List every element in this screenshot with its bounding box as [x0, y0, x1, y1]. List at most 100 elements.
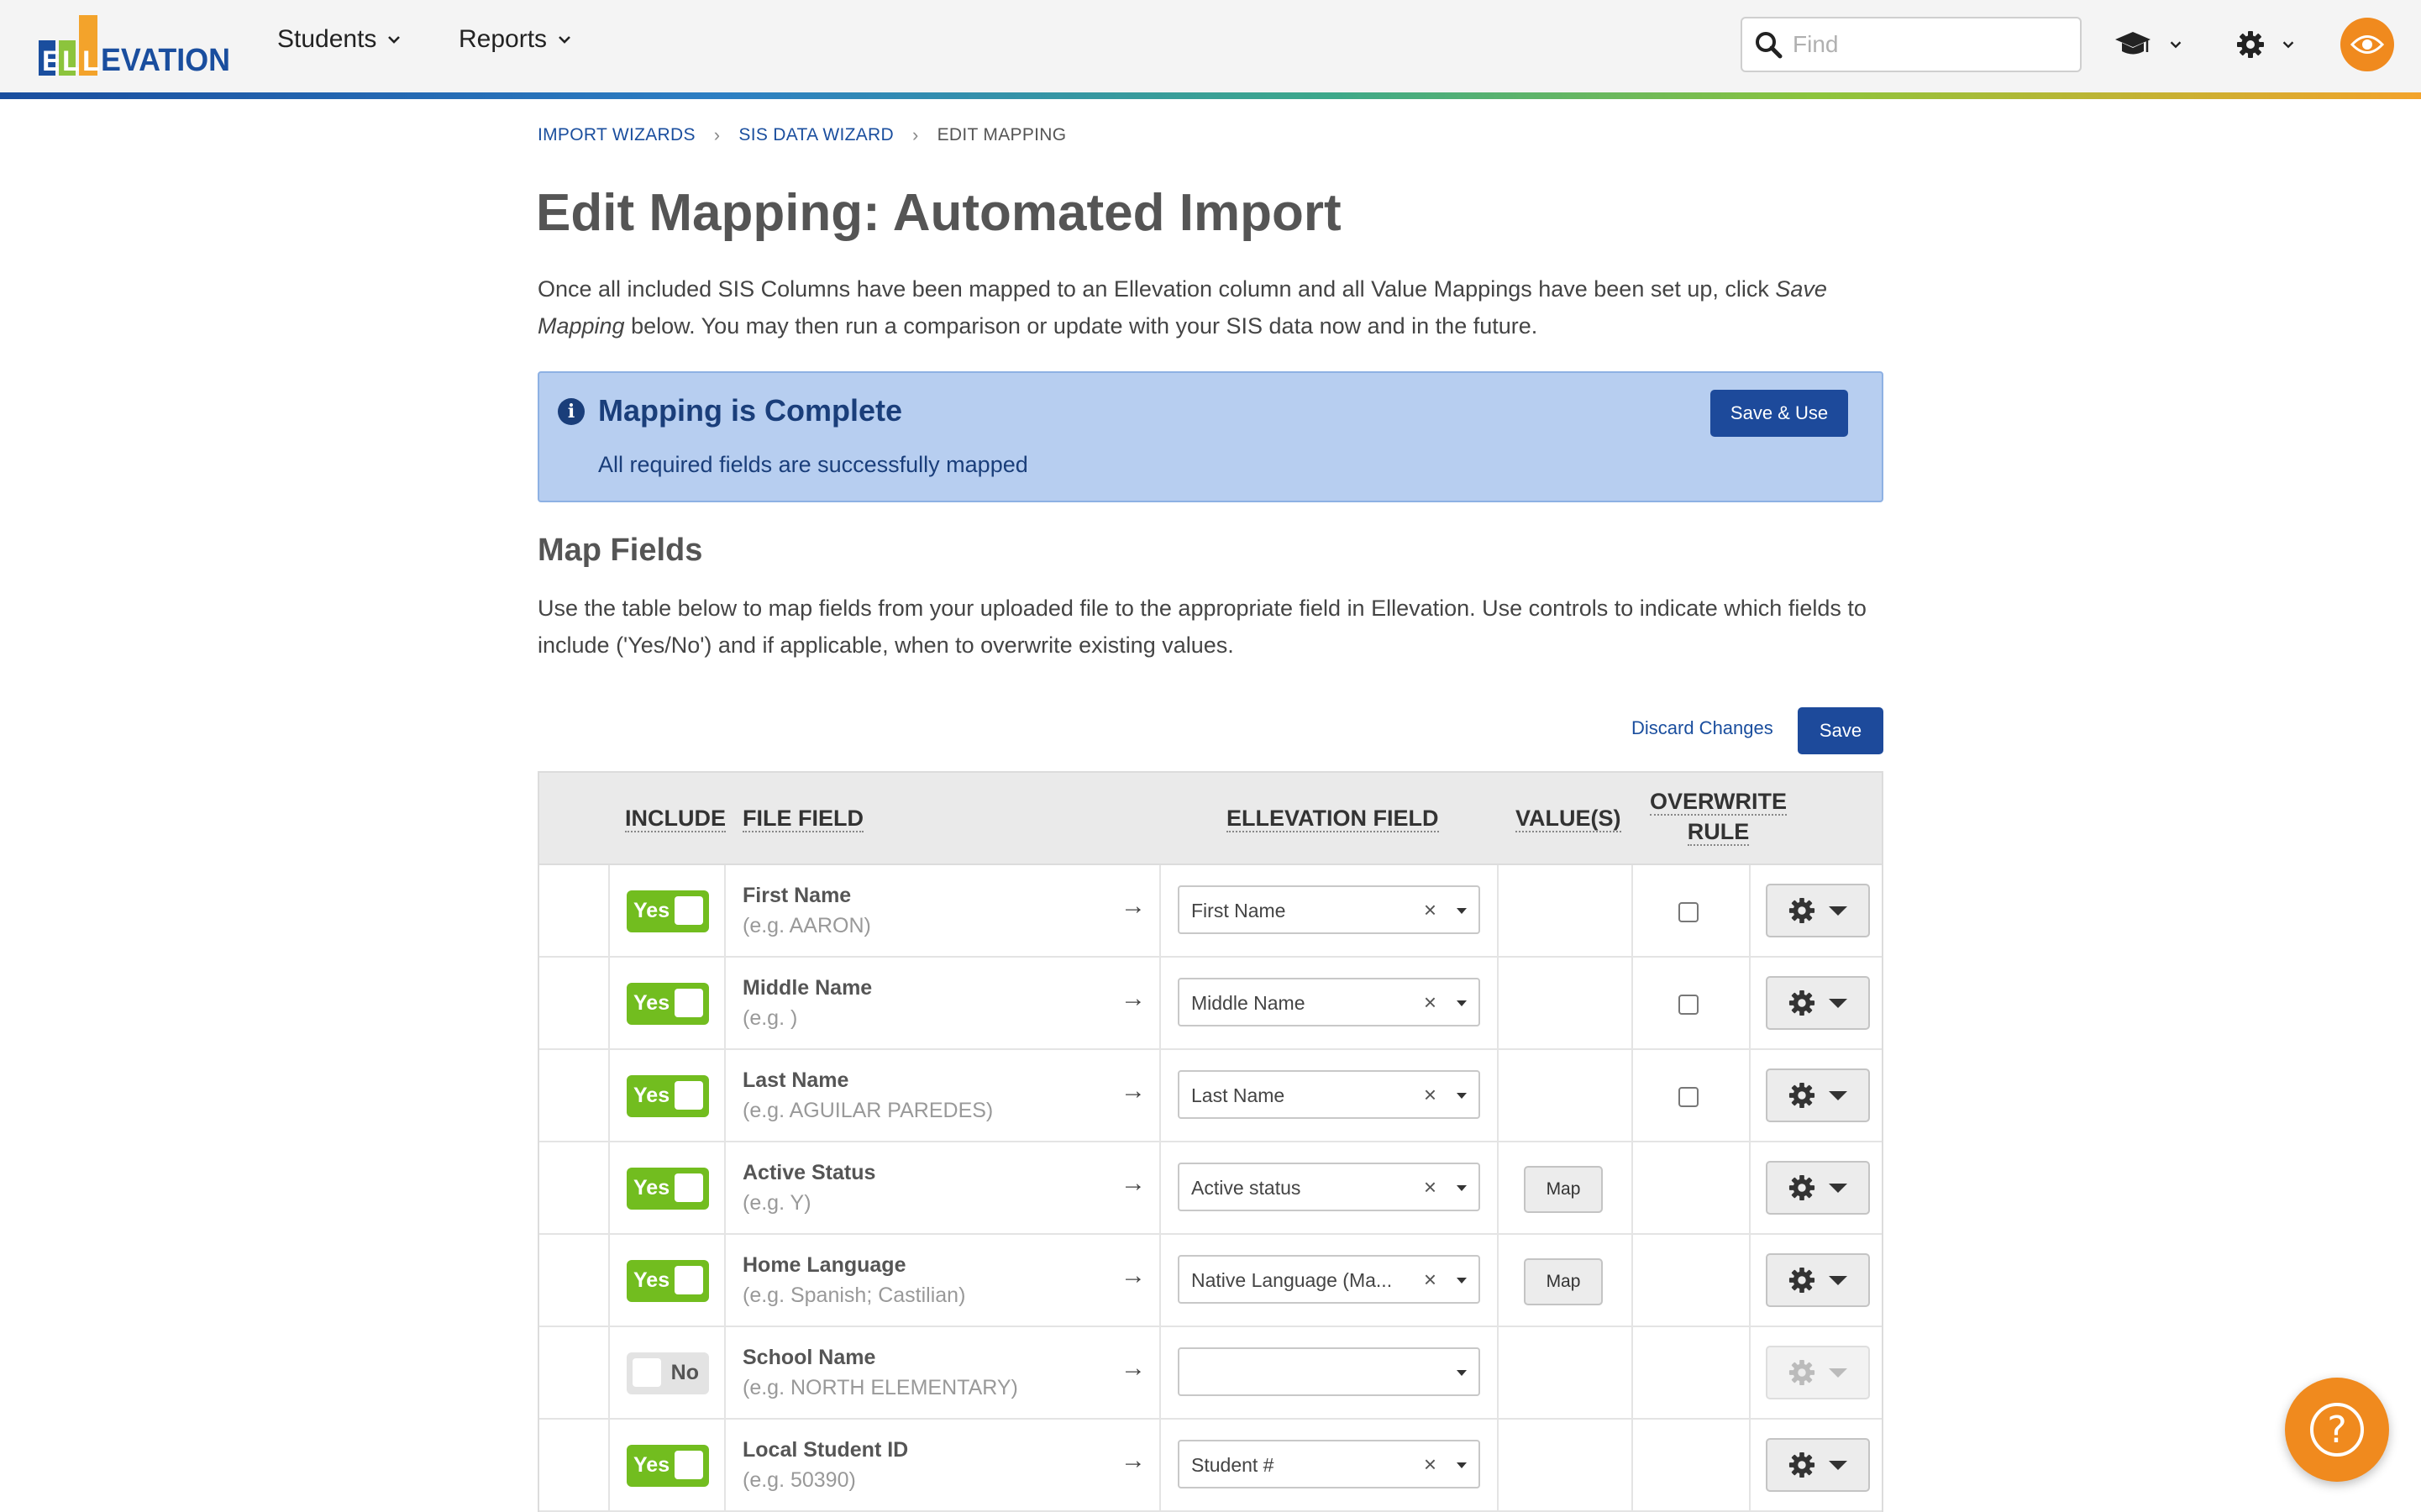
courses-menu[interactable] [2114, 24, 2184, 66]
top-nav: E L L EVATION Students Reports [0, 0, 2421, 92]
column-divider [1749, 1235, 1751, 1326]
row-options-button[interactable] [1766, 1438, 1870, 1492]
row-options-button[interactable] [1766, 976, 1870, 1030]
column-divider [1631, 1327, 1633, 1418]
table-row: No School Name (e.g. NORTH ELEMENTARY) → [539, 1327, 1882, 1420]
table-row: Yes Active Status (e.g. Y) → Active status… [539, 1142, 1882, 1235]
clear-icon[interactable]: × [1424, 1452, 1436, 1478]
include-toggle[interactable]: No [627, 1352, 709, 1394]
caret-down-icon [1457, 1185, 1467, 1191]
arrow-right-icon: → [1121, 892, 1146, 920]
breadcrumb: IMPORT WIZARDS › SIS DATA WIZARD › EDIT … [538, 124, 1066, 146]
clear-icon[interactable]: × [1424, 1267, 1436, 1293]
gear-icon [2237, 31, 2264, 58]
row-options-button[interactable] [1766, 1068, 1870, 1122]
ellevation-field-select[interactable]: First Name × [1178, 885, 1480, 934]
include-toggle-label: Yes [633, 1176, 670, 1200]
header-values: VALUE(S) [1515, 803, 1621, 833]
include-toggle[interactable]: Yes [627, 1445, 709, 1487]
clear-icon[interactable]: × [1424, 1174, 1436, 1200]
column-divider [1159, 1420, 1161, 1510]
include-toggle[interactable]: Yes [627, 890, 709, 932]
alert-message: All required fields are successfully map… [598, 452, 1028, 477]
caret-down-icon [1457, 908, 1467, 914]
column-divider [1159, 1050, 1161, 1141]
include-toggle[interactable]: Yes [627, 983, 709, 1025]
page-title: Edit Mapping: Automated Import [536, 184, 1342, 242]
field-mapping-table: INCLUDE FILE FIELD ELLEVATION FIELD VALU… [538, 771, 1883, 1512]
header-include-label: INCLUDE [625, 806, 726, 832]
caret-down-icon [1457, 1000, 1467, 1006]
include-toggle-label: Yes [633, 991, 670, 1015]
header-file-field: FILE FIELD [743, 803, 864, 833]
search-box [1741, 17, 2082, 72]
gear-icon [1788, 1082, 1815, 1109]
brand-stripe [0, 92, 2421, 99]
mapping-status-alert: i Mapping is Complete All required field… [538, 371, 1883, 502]
reports-menu[interactable]: Reports [459, 25, 574, 54]
include-toggle-label: No [670, 1361, 699, 1384]
include-toggle[interactable]: Yes [627, 1260, 709, 1302]
settings-menu[interactable] [2236, 24, 2297, 66]
view-as-button[interactable] [2340, 18, 2394, 71]
ellevation-field-select[interactable] [1178, 1347, 1480, 1396]
students-menu[interactable]: Students [277, 25, 403, 54]
caret-down-icon [1457, 1370, 1467, 1376]
ellevation-field-select[interactable]: Last Name × [1178, 1070, 1480, 1119]
toggle-knob [675, 989, 703, 1017]
clear-icon[interactable]: × [1424, 897, 1436, 923]
breadcrumb-sis-data-wizard[interactable]: SIS DATA WIZARD [738, 125, 894, 145]
column-divider [1631, 1142, 1633, 1233]
ellevation-field-select[interactable]: Active status × [1178, 1163, 1480, 1211]
column-divider [1497, 1235, 1499, 1326]
overwrite-checkbox[interactable] [1678, 995, 1699, 1015]
ellevation-logo[interactable]: E L L EVATION [39, 15, 232, 77]
ellevation-field-select[interactable]: Student # × [1178, 1440, 1480, 1488]
search-input[interactable] [1793, 31, 2061, 58]
file-field-example: (e.g. AGUILAR PAREDES) [743, 1099, 994, 1122]
include-toggle[interactable]: Yes [627, 1075, 709, 1117]
map-values-button[interactable]: Map [1524, 1258, 1603, 1305]
row-options-button[interactable] [1766, 1253, 1870, 1307]
save-button[interactable]: Save [1798, 707, 1883, 754]
include-toggle-label: Yes [633, 1453, 670, 1477]
gear-icon [1788, 1174, 1815, 1201]
column-divider [724, 1420, 726, 1510]
file-field-name: Active Status [743, 1161, 876, 1184]
column-divider [608, 1142, 610, 1233]
column-divider [724, 1235, 726, 1326]
toggle-knob [675, 1266, 703, 1294]
arrow-right-icon: → [1121, 1446, 1146, 1474]
column-divider [1497, 1050, 1499, 1141]
caret-down-icon [1829, 1368, 1847, 1378]
column-divider [1749, 865, 1751, 956]
map-values-button[interactable]: Map [1524, 1166, 1603, 1213]
caret-down-icon [1457, 1462, 1467, 1468]
intro-text-part: Once all included SIS Columns have been … [538, 276, 1776, 302]
help-button[interactable]: ? [2285, 1378, 2389, 1482]
row-options-button[interactable] [1766, 884, 1870, 937]
overwrite-checkbox[interactable] [1678, 902, 1699, 922]
ellevation-field-value: Student # [1191, 1454, 1274, 1476]
chevron-down-icon [2282, 41, 2294, 49]
table-row: Yes Home Language (e.g. Spanish; Castilia… [539, 1235, 1882, 1327]
column-divider [1159, 958, 1161, 1048]
save-and-use-button[interactable]: Save & Use [1710, 390, 1848, 437]
clear-icon[interactable]: × [1424, 1082, 1436, 1108]
overwrite-checkbox[interactable] [1678, 1087, 1699, 1107]
gear-icon [1788, 897, 1815, 924]
discard-changes-link[interactable]: Discard Changes [1631, 717, 1773, 739]
column-divider [1497, 1142, 1499, 1233]
breadcrumb-import-wizards[interactable]: IMPORT WIZARDS [538, 125, 696, 145]
clear-icon[interactable]: × [1424, 990, 1436, 1016]
column-divider [1631, 1420, 1633, 1510]
column-divider [1631, 865, 1633, 956]
info-icon: i [558, 398, 585, 425]
file-field-name: School Name [743, 1346, 876, 1369]
ellevation-field-select[interactable]: Native Language (Ma... × [1178, 1255, 1480, 1304]
row-options-button[interactable] [1766, 1161, 1870, 1215]
breadcrumb-separator: › [911, 124, 919, 145]
ellevation-field-select[interactable]: Middle Name × [1178, 978, 1480, 1026]
include-toggle[interactable]: Yes [627, 1168, 709, 1210]
file-field-name: Home Language [743, 1253, 906, 1277]
